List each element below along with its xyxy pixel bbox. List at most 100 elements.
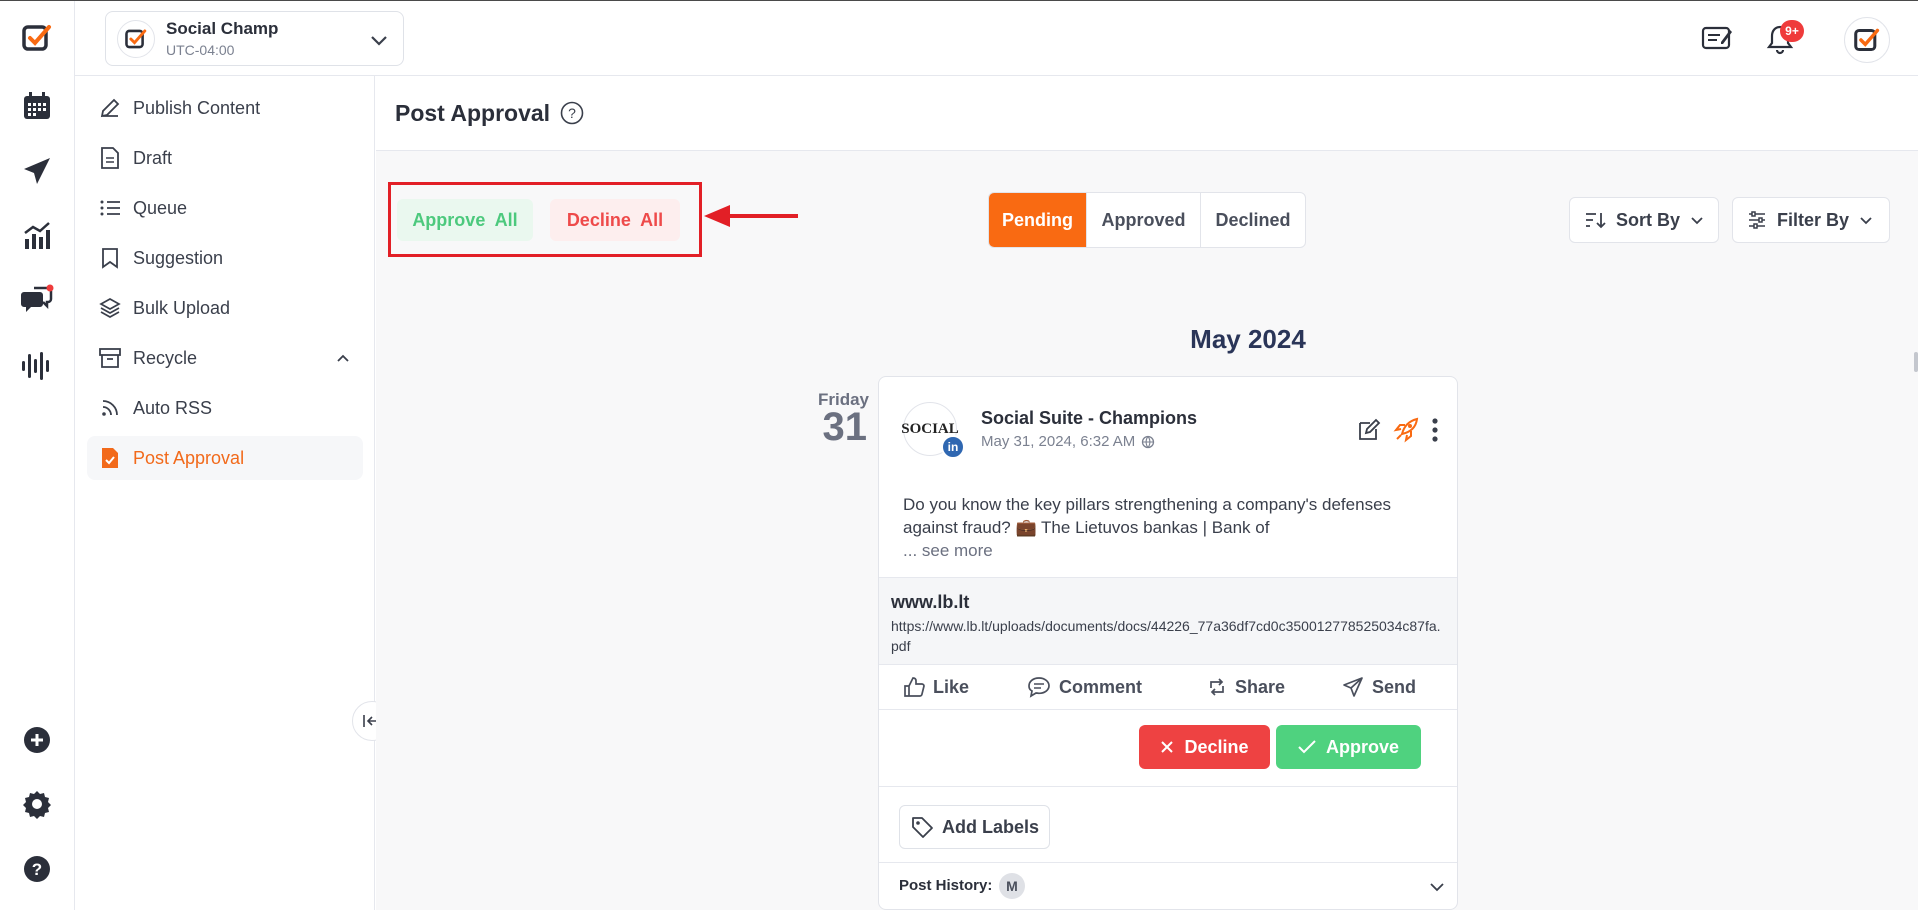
settings-gear-icon[interactable] <box>20 787 54 821</box>
account-switcher[interactable]: Social Champ UTC-04:00 <box>105 11 404 66</box>
filter-by-dropdown[interactable]: Filter By <box>1732 197 1890 243</box>
tab-approved[interactable]: Approved <box>1087 193 1201 247</box>
edit-icon[interactable] <box>1357 418 1381 442</box>
bulk-actions-highlight: Approve All Decline All <box>388 182 702 257</box>
sort-by-label: Sort By <box>1616 209 1681 230</box>
link-preview[interactable]: www.lb.lt https://www.lb.lt/uploads/docu… <box>879 577 1457 665</box>
bookmark-icon <box>95 247 125 269</box>
sidebar-item-auto-rss[interactable]: Auto RSS <box>87 386 363 430</box>
notification-count-badge: 9+ <box>1780 20 1804 42</box>
thumbs-up-icon <box>904 677 925 697</box>
sidebar-item-label: Bulk Upload <box>133 297 231 318</box>
decline-label: Decline <box>1184 736 1249 757</box>
sidebar-item-label: Publish Content <box>133 97 261 118</box>
chevron-down-icon <box>371 36 387 46</box>
layers-icon <box>95 297 125 319</box>
filter-by-label: Filter By <box>1777 209 1850 230</box>
sort-by-dropdown[interactable]: Sort By <box>1569 197 1719 243</box>
post-timestamp: May 31, 2024, 6:32 AM <box>981 433 1136 450</box>
post-history-label: Post History: <box>899 877 993 894</box>
link-url: https://www.lb.lt/uploads/documents/docs… <box>891 618 1441 654</box>
add-labels-button[interactable]: Add Labels <box>899 805 1050 849</box>
scrollbar-thumb[interactable] <box>1914 352 1918 372</box>
globe-icon <box>1142 435 1155 448</box>
analytics-icon[interactable] <box>20 219 54 253</box>
inbox-chat-icon[interactable] <box>20 284 54 318</box>
approve-label: Approve <box>1325 736 1399 757</box>
approval-decision-row: Decline Approve <box>879 710 1457 787</box>
approval-doc-icon <box>95 447 125 469</box>
tab-declined[interactable]: Declined <box>1201 193 1305 247</box>
post-history-row[interactable]: Post History: M <box>879 863 1457 909</box>
sidebar-item-recycle[interactable]: Recycle <box>87 336 363 380</box>
account-name: Social Champ <box>166 19 279 38</box>
post-body-text: Do you know the key pillars strengthenin… <box>903 495 1392 537</box>
svg-text:?: ? <box>568 105 576 121</box>
comment-bubble-icon <box>1028 677 1050 698</box>
send-plane-icon <box>1343 677 1363 697</box>
svg-text:?: ? <box>32 860 42 879</box>
sidebar-item-publish-content[interactable]: Publish Content <box>87 86 363 130</box>
feedback-note-icon[interactable] <box>1695 17 1739 61</box>
tab-pending[interactable]: Pending <box>989 193 1087 247</box>
like-label: Like <box>933 676 970 697</box>
post-actions <box>1345 417 1439 443</box>
sidebar-item-draft[interactable]: Draft <box>87 136 363 180</box>
paper-plane-icon[interactable] <box>20 154 54 188</box>
notifications-bell-icon[interactable]: 9+ <box>1758 17 1804 61</box>
publish-sidebar: Publish Content Draft Queue Suggestion B… <box>75 76 375 910</box>
tag-icon <box>912 817 933 838</box>
send-label: Send <box>1372 676 1417 697</box>
chevron-down-icon[interactable] <box>1429 879 1445 895</box>
status-tabs: Pending Approved Declined <box>988 192 1306 248</box>
sidebar-item-label: Recycle <box>133 347 198 368</box>
sidebar-item-queue[interactable]: Queue <box>87 186 363 230</box>
chevron-down-icon <box>1860 217 1872 225</box>
add-circle-icon[interactable] <box>20 723 54 757</box>
sidebar-item-label: Auto RSS <box>133 397 213 418</box>
page-titlebar: Post Approval ? <box>376 76 1918 151</box>
comment-label: Comment <box>1059 676 1143 697</box>
like-action: Like <box>903 676 969 698</box>
top-header: Social Champ UTC-04:00 9+ <box>75 1 1918 76</box>
app-logo-icon[interactable] <box>20 21 54 55</box>
list-icon <box>95 198 125 218</box>
decline-button[interactable]: Decline <box>1139 725 1270 769</box>
annotation-arrow-icon <box>704 205 798 227</box>
user-avatar[interactable] <box>1844 17 1890 63</box>
decline-all-button[interactable]: Decline All <box>550 199 680 241</box>
day-label: Friday 31 <box>786 390 886 449</box>
help-question-icon[interactable]: ? <box>560 101 584 125</box>
history-user-avatar: M <box>999 873 1025 899</box>
close-icon <box>1161 741 1174 753</box>
more-options-icon[interactable] <box>1431 417 1439 443</box>
link-domain: www.lb.lt <box>891 592 970 612</box>
chevron-up-icon[interactable] <box>335 350 351 366</box>
sidebar-item-label: Draft <box>133 147 173 168</box>
filter-sliders-icon <box>1749 211 1765 229</box>
add-labels-label: Add Labels <box>941 816 1039 837</box>
see-more-link[interactable]: ... see more <box>903 541 993 561</box>
boost-rocket-icon[interactable] <box>1393 417 1419 443</box>
repost-icon <box>1210 678 1224 696</box>
social-preview-actions: Like Comment Share Send <box>879 666 1457 710</box>
share-label: Share <box>1235 676 1286 697</box>
account-logo-icon <box>117 19 155 58</box>
pencil-icon <box>95 97 125 119</box>
approve-button[interactable]: Approve <box>1276 725 1421 769</box>
sidebar-item-suggestion[interactable]: Suggestion <box>87 236 363 280</box>
calendar-icon[interactable] <box>20 89 54 123</box>
share-action: Share <box>1207 676 1285 698</box>
chevron-down-icon <box>1691 217 1703 225</box>
sidebar-item-label: Suggestion <box>133 247 224 268</box>
month-heading: May 2024 <box>1190 324 1306 354</box>
approve-all-button[interactable]: Approve All <box>397 199 533 241</box>
sidebar-item-post-approval[interactable]: Post Approval <box>87 436 363 480</box>
day-number: 31 <box>822 405 868 449</box>
profile-name: Social Suite - Champions <box>981 408 1198 428</box>
sidebar-item-bulk-upload[interactable]: Bulk Upload <box>87 286 363 330</box>
page-title: Post Approval <box>395 99 551 126</box>
rss-icon <box>95 398 125 418</box>
help-circle-icon[interactable]: ? <box>20 852 54 886</box>
listening-waves-icon[interactable] <box>20 349 54 383</box>
